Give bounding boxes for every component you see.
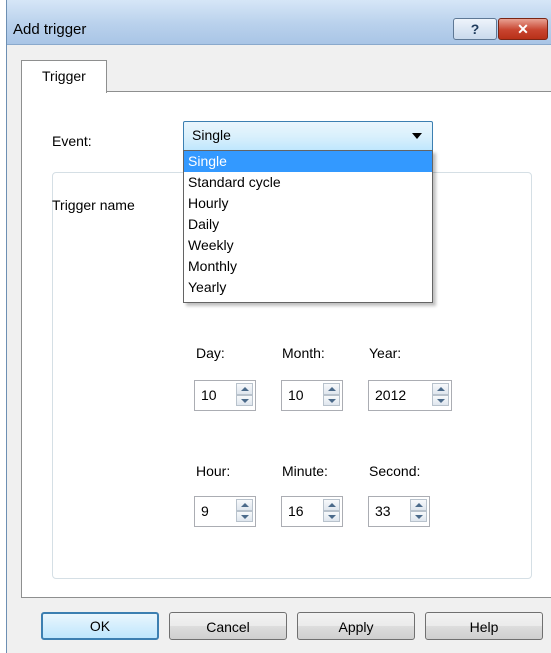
close-button[interactable]: ✕ xyxy=(498,18,548,40)
minute-up-icon[interactable] xyxy=(323,499,340,511)
minute-label: Minute: xyxy=(282,463,328,479)
event-label: Event: xyxy=(52,133,92,149)
event-option-daily[interactable]: Daily xyxy=(184,214,432,235)
day-down-icon[interactable] xyxy=(236,394,253,406)
year-up-icon[interactable] xyxy=(432,383,449,395)
chevron-down-icon[interactable] xyxy=(412,133,422,139)
year-down-icon[interactable] xyxy=(432,394,449,406)
second-label: Second: xyxy=(369,463,421,479)
ok-button[interactable]: OK xyxy=(41,612,159,640)
cancel-button[interactable]: Cancel xyxy=(169,612,287,640)
event-option-hourly[interactable]: Hourly xyxy=(184,193,432,214)
add-trigger-dialog: Add trigger ? ✕ Trigger Event: Trigger n… xyxy=(6,0,551,653)
month-value: 10 xyxy=(288,387,304,403)
event-dropdown-list: Single Standard cycle Hourly Daily Weekl… xyxy=(183,150,433,303)
month-label: Month: xyxy=(282,345,325,361)
hour-stepper[interactable]: 9 xyxy=(194,496,256,527)
day-label: Day: xyxy=(196,345,225,361)
second-value: 33 xyxy=(375,503,391,519)
month-down-icon[interactable] xyxy=(323,394,340,406)
hour-value: 9 xyxy=(201,503,209,519)
question-mark-icon: ? xyxy=(470,21,480,37)
event-option-monthly[interactable]: Monthly xyxy=(184,256,432,277)
trigger-name-label: Trigger name xyxy=(52,197,135,213)
minute-down-icon[interactable] xyxy=(323,510,340,522)
minute-stepper[interactable]: 16 xyxy=(281,496,343,527)
event-option-weekly[interactable]: Weekly xyxy=(184,235,432,256)
title-bar[interactable]: Add trigger ? ✕ xyxy=(7,0,551,45)
window-title: Add trigger xyxy=(13,21,87,38)
event-option-standard-cycle[interactable]: Standard cycle xyxy=(184,172,432,193)
help-button[interactable]: Help xyxy=(425,612,543,640)
hour-up-icon[interactable] xyxy=(236,499,253,511)
day-up-icon[interactable] xyxy=(236,383,253,395)
event-option-yearly[interactable]: Yearly xyxy=(184,277,432,298)
second-up-icon[interactable] xyxy=(410,499,427,511)
month-stepper[interactable]: 10 xyxy=(281,380,343,411)
tab-trigger-label: Trigger xyxy=(42,68,86,84)
close-icon: ✕ xyxy=(517,20,529,37)
year-label: Year: xyxy=(369,345,402,361)
hour-down-icon[interactable] xyxy=(236,510,253,522)
second-stepper[interactable]: 33 xyxy=(368,496,430,527)
tab-trigger[interactable]: Trigger xyxy=(21,60,107,93)
help-title-button[interactable]: ? xyxy=(453,18,497,40)
event-select[interactable]: Single xyxy=(183,121,433,152)
hour-label: Hour: xyxy=(196,463,231,479)
minute-value: 16 xyxy=(288,503,304,519)
event-select-value: Single xyxy=(192,127,231,143)
apply-button[interactable]: Apply xyxy=(297,612,415,640)
second-down-icon[interactable] xyxy=(410,510,427,522)
day-stepper[interactable]: 10 xyxy=(194,380,256,411)
year-value: 2012 xyxy=(375,387,407,403)
month-up-icon[interactable] xyxy=(323,383,340,395)
event-option-single[interactable]: Single xyxy=(184,151,432,172)
day-value: 10 xyxy=(201,387,217,403)
year-stepper[interactable]: 2012 xyxy=(368,380,452,411)
